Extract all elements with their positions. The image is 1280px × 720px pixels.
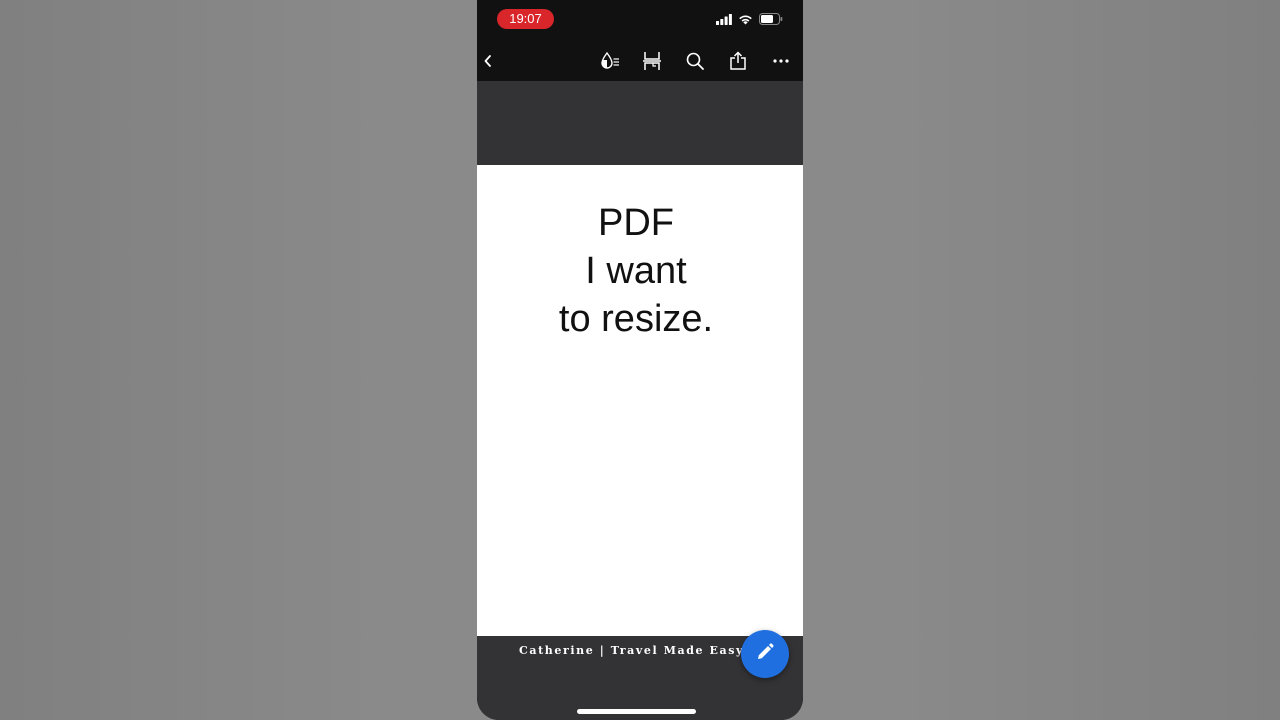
toolbar [477, 40, 803, 81]
pdf-page[interactable]: PDF I want to resize. [477, 165, 803, 636]
status-bar: 19:07 [477, 0, 803, 40]
watermark-caption: Catherine | Travel Made Easy [519, 644, 745, 657]
battery-icon [759, 12, 783, 30]
share-icon[interactable] [725, 48, 751, 74]
more-icon[interactable] [768, 48, 794, 74]
edit-button[interactable] [741, 630, 789, 678]
pdf-text-line: PDF [598, 202, 674, 244]
pdf-text-line: I want [585, 250, 687, 292]
pdf-text-line: to resize. [558, 298, 714, 340]
phone-screen: 19:07 PDF I want to resize. Catherine | … [477, 0, 803, 720]
status-icons [716, 13, 783, 29]
back-chevron-icon[interactable] [477, 48, 501, 74]
document-top-margin [477, 81, 803, 165]
wifi-icon [738, 12, 753, 30]
search-icon[interactable] [682, 48, 708, 74]
home-indicator[interactable] [577, 709, 696, 714]
color-ink-icon[interactable] [597, 48, 623, 74]
cellular-signal-icon [716, 12, 732, 30]
page-layout-icon[interactable] [639, 48, 665, 74]
pdf-page-text: PDF I want to resize. [477, 199, 795, 343]
status-time[interactable]: 19:07 [497, 9, 554, 29]
pencil-icon [755, 642, 775, 667]
